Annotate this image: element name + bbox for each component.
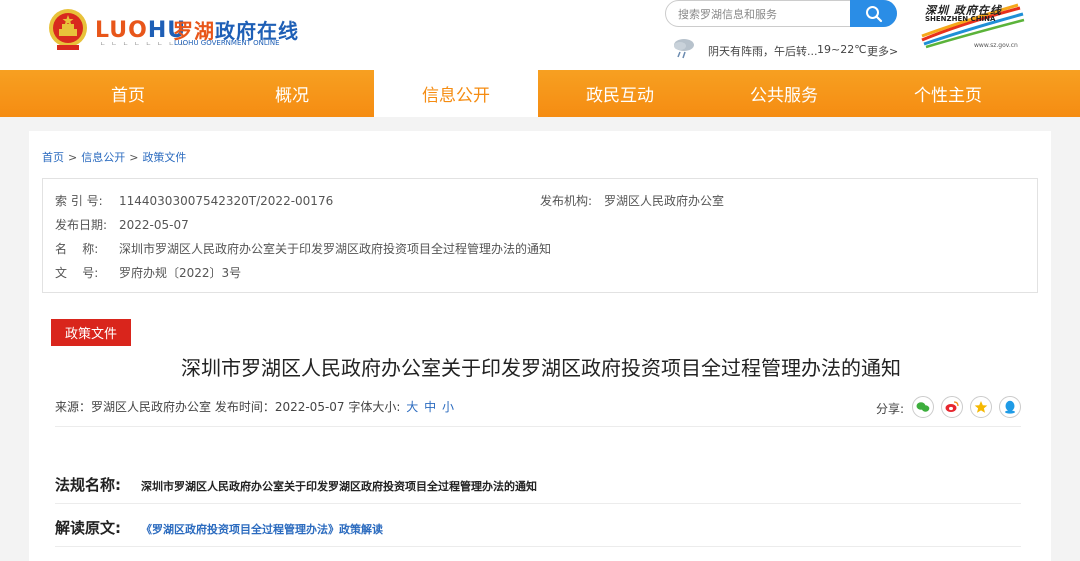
breadcrumb: 首页 > 信息公开 > 政策文件	[42, 149, 186, 165]
breadcrumb-info[interactable]: 信息公开	[81, 151, 125, 164]
meta-doc-number: 文 号: 罗府办规〔2022〕3号	[55, 264, 241, 281]
interpretation-label: 解读原文:	[55, 519, 121, 537]
breadcrumb-separator: >	[68, 151, 78, 164]
weibo-icon	[945, 401, 959, 412]
breadcrumb-policy[interactable]: 政策文件	[142, 151, 186, 164]
main-nav: 首页 概况 信息公开 政民互动 公共服务 个性主页	[0, 70, 1080, 117]
qzone-share-icon[interactable]	[970, 396, 992, 418]
site-header: LUOHU 罗湖政府在线 ㄴ ㄴ ㄴ ㄴ ㄴ ㄴ ㄴ ㄴ LUOHU GOVER…	[0, 0, 1080, 70]
font-size-large[interactable]: 大	[406, 400, 418, 414]
shenzhen-logo-url: www.sz.gov.cn	[974, 42, 1018, 49]
nav-item-overview[interactable]: 概况	[210, 70, 374, 117]
category-tag: 政策文件	[51, 319, 131, 346]
meta-date-label: 发布日期:	[55, 218, 108, 232]
breadcrumb-separator: >	[129, 151, 139, 164]
search-input[interactable]	[678, 6, 848, 22]
document-meta-box: 索 引 号: 11440303007542320T/2022-00176 发布机构…	[42, 178, 1038, 293]
font-size-small[interactable]: 小	[442, 400, 454, 414]
share-label: 分享:	[876, 402, 905, 416]
meta-org-value: 罗湖区人民政府办公室	[604, 194, 725, 208]
law-name-label: 法规名称:	[55, 476, 121, 494]
meta-doc-label: 文 号:	[55, 266, 99, 280]
meta-doc-value: 罗府办规〔2022〕3号	[119, 266, 242, 280]
article-title: 深圳市罗湖区人民政府办公室关于印发罗湖区政府投资项目全过程管理办法的通知	[181, 356, 901, 380]
meta-index-value: 11440303007542320T/2022-00176	[119, 194, 334, 208]
weather-temperature: 19~22℃	[817, 43, 867, 56]
nav-item-info-disclosure[interactable]: 信息公开	[374, 70, 538, 117]
rain-cloud-icon	[674, 39, 694, 59]
meta-name-value: 深圳市罗湖区人民政府办公室关于印发罗湖区政府投资项目全过程管理办法的通知	[119, 242, 552, 256]
interpretation-link[interactable]: 《罗湖区政府投资项目全过程管理办法》政策解读	[141, 521, 383, 537]
divider	[55, 426, 1021, 427]
search-button[interactable]	[850, 0, 897, 27]
wechat-share-icon[interactable]	[912, 396, 934, 418]
nav-item-public-service[interactable]: 公共服务	[702, 70, 866, 117]
meta-org: 发布机构: 罗湖区人民政府办公室	[540, 192, 724, 209]
article-info: 来源：罗湖区人民政府办公室 发布时间：2022-05-07 字体大小: 大 中 …	[55, 398, 454, 415]
breadcrumb-home[interactable]: 首页	[42, 151, 64, 164]
meta-index-label: 索 引 号:	[55, 194, 103, 208]
weather-description: 阴天有阵雨，午后转...	[708, 45, 818, 58]
meta-org-label: 发布机构:	[540, 194, 593, 208]
nav-item-personal[interactable]: 个性主页	[866, 70, 1030, 117]
logo-subtitle-en: LUOHU GOVERNMENT ONLINE	[174, 39, 280, 47]
weather-more-link[interactable]: 更多>	[867, 43, 898, 59]
meta-date-value: 2022-05-07	[119, 218, 189, 232]
field-divider	[55, 546, 1021, 547]
font-size-medium[interactable]: 中	[424, 400, 436, 414]
weibo-share-icon[interactable]	[941, 396, 963, 418]
qq-share-icon[interactable]	[999, 396, 1021, 418]
star-icon	[974, 401, 988, 413]
article-source-date: 来源：罗湖区人民政府办公室 发布时间：2022-05-07 字体大小:	[55, 400, 401, 414]
meta-date: 发布日期: 2022-05-07	[55, 216, 189, 233]
shenzhen-logo-en: SHENZHEN CHINA	[925, 15, 996, 23]
meta-name: 名 称: 深圳市罗湖区人民政府办公室关于印发罗湖区政府投资项目全过程管理办法的通知	[55, 240, 551, 257]
wechat-icon	[916, 402, 930, 412]
search-icon	[865, 5, 882, 22]
qq-icon	[1005, 400, 1015, 414]
nav-item-home[interactable]: 首页	[46, 70, 210, 117]
meta-name-label: 名 称:	[55, 242, 99, 256]
nav-item-interaction[interactable]: 政民互动	[538, 70, 702, 117]
national-emblem-icon	[49, 9, 87, 50]
meta-index: 索 引 号: 11440303007542320T/2022-00176	[55, 192, 333, 209]
field-divider	[55, 503, 1021, 504]
law-name-value: 深圳市罗湖区人民政府办公室关于印发罗湖区政府投资项目全过程管理办法的通知	[141, 480, 537, 493]
